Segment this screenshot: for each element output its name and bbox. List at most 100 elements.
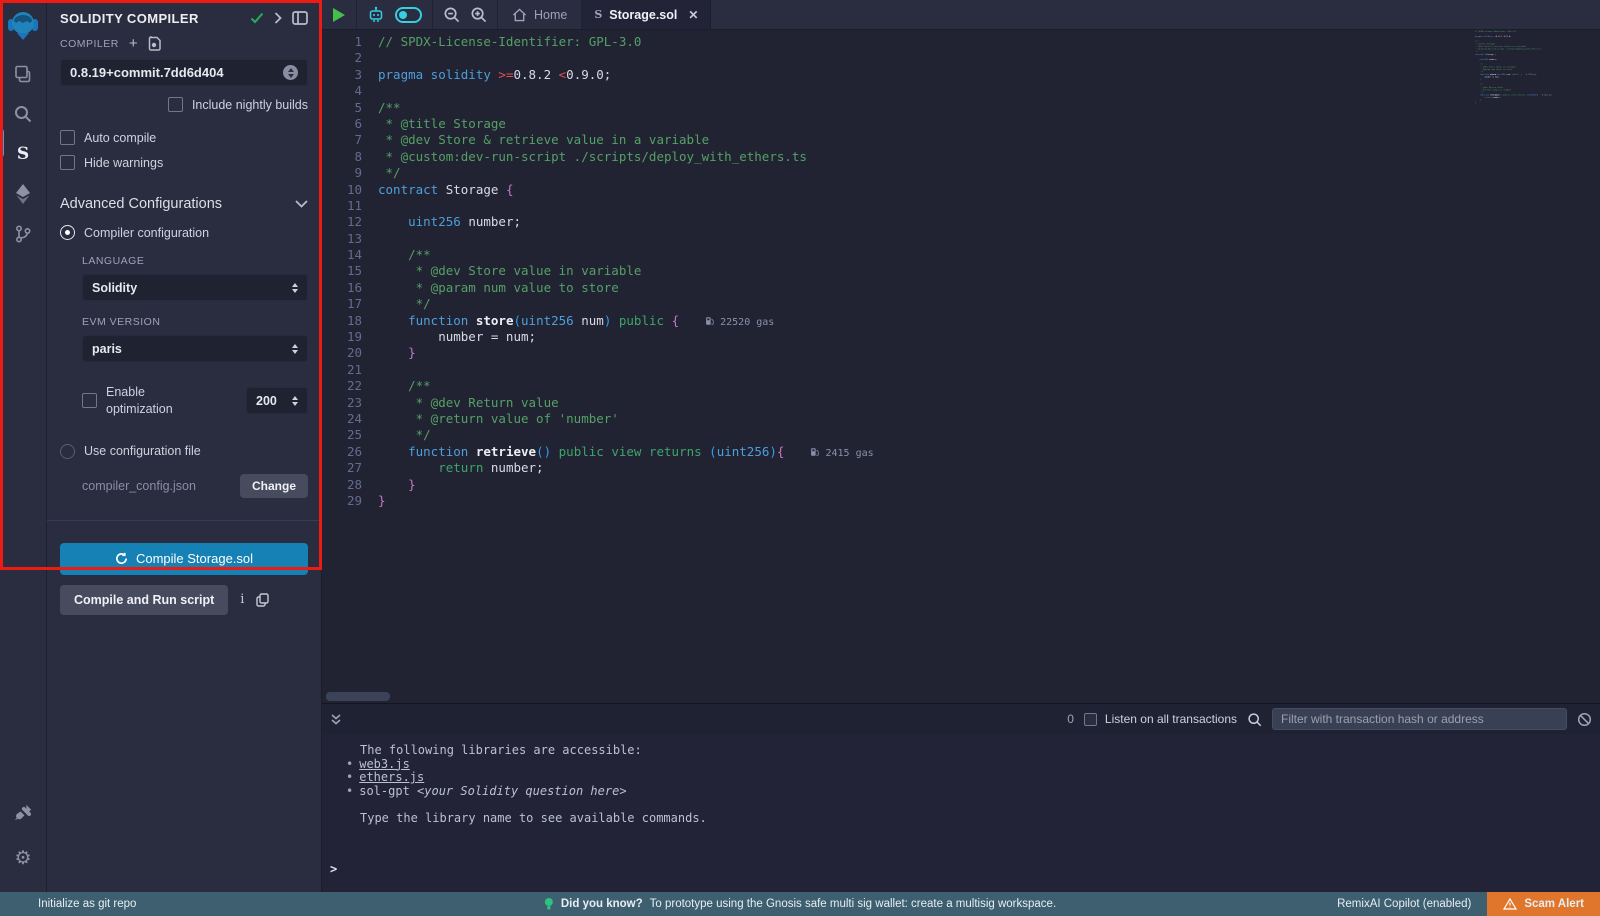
terminal-search-icon[interactable] xyxy=(1247,712,1262,727)
evm-version-select[interactable]: paris xyxy=(82,335,308,362)
code-line: 2 xyxy=(332,50,1600,66)
ai-copilot-robot-icon[interactable] xyxy=(367,6,385,24)
compile-and-run-button[interactable]: Compile and Run script xyxy=(60,585,228,615)
refresh-icon xyxy=(115,552,128,565)
code-line: 29} xyxy=(332,493,1600,509)
code-line: 24 * @return value of 'number' xyxy=(332,411,1600,427)
tab-storage-sol[interactable]: S Storage.sol ✕ xyxy=(582,0,711,29)
deploy-run-icon[interactable] xyxy=(0,174,47,214)
code-line: 8 * @custom:dev-run-script ./scripts/dep… xyxy=(332,149,1600,165)
auto-compile-label: Auto compile xyxy=(84,131,156,145)
copy-icon[interactable] xyxy=(256,593,269,607)
double-chevron-down-icon[interactable] xyxy=(330,713,342,726)
terminal-body[interactable]: The following libraries are accessible:•… xyxy=(322,734,1600,892)
home-tab-label: Home xyxy=(534,8,567,22)
activity-bar: S xyxy=(0,0,47,892)
run-script-play-icon[interactable] xyxy=(332,7,346,23)
language-select[interactable]: Solidity xyxy=(82,274,308,301)
zoom-out-icon[interactable] xyxy=(443,6,460,23)
workspace: Home S Storage.sol ✕ 1// SPDX-License-Id… xyxy=(322,0,1600,892)
close-tab-icon[interactable]: ✕ xyxy=(688,8,698,22)
listen-all-transactions-row[interactable]: Listen on all transactions xyxy=(1084,712,1237,726)
enable-optimization-checkbox[interactable] xyxy=(82,393,97,408)
status-bar: Initialize as git repo Did you know? To … xyxy=(0,892,1600,916)
terminal-line: •ethers.js xyxy=(330,771,1592,785)
zoom-in-icon[interactable] xyxy=(470,6,487,23)
panel-header: SOLIDITY COMPILER xyxy=(60,0,308,28)
code-line: 25 */ xyxy=(332,427,1600,443)
select-arrows-icon xyxy=(292,283,298,293)
hide-warnings-checkbox-row[interactable]: Hide warnings xyxy=(60,155,308,170)
file-explorer-icon[interactable] xyxy=(0,54,47,94)
copilot-toggle[interactable] xyxy=(395,7,422,23)
code-line: 18 function store(uint256 num) public { … xyxy=(332,313,1600,329)
config-file-name: compiler_config.json xyxy=(82,479,240,493)
code-line: 4 xyxy=(332,83,1600,99)
plugin-manager-icon[interactable] xyxy=(0,792,47,832)
terminal-output: The following libraries are accessible:•… xyxy=(330,744,1592,826)
compiler-version-select[interactable]: 0.8.19+commit.7dd6d404 xyxy=(60,59,308,86)
advanced-configurations-toggle[interactable]: Advanced Configurations xyxy=(60,196,308,212)
search-icon[interactable] xyxy=(0,94,47,134)
compiler-version-value: 0.8.19+commit.7dd6d404 xyxy=(70,65,283,80)
did-you-know-tip: Did you know? To prototype using the Gno… xyxy=(544,897,1056,911)
panel-title: SOLIDITY COMPILER xyxy=(60,11,240,26)
info-icon[interactable]: i xyxy=(240,592,244,607)
compiler-configuration-radio-row[interactable]: Compiler configuration xyxy=(60,225,308,240)
use-configuration-file-radio[interactable] xyxy=(60,444,75,459)
compiler-configuration-radio[interactable] xyxy=(60,225,75,240)
transaction-filter-input[interactable] xyxy=(1272,708,1567,730)
solidity-file-icon: S xyxy=(594,8,602,21)
advanced-configurations-title: Advanced Configurations xyxy=(60,196,295,212)
auto-compile-checkbox[interactable] xyxy=(60,130,75,145)
editor-hscrollbar[interactable] xyxy=(326,692,390,701)
compiler-configuration-label: Compiler configuration xyxy=(84,226,209,240)
git-icon[interactable] xyxy=(0,214,47,254)
include-nightly-checkbox[interactable] xyxy=(168,97,183,112)
copilot-status[interactable]: RemixAI Copilot (enabled) xyxy=(1337,898,1471,910)
code-line: 3pragma solidity >=0.8.2 <0.9.0; xyxy=(332,67,1600,83)
tab-home[interactable]: Home xyxy=(498,0,582,29)
copilot-group xyxy=(357,0,433,29)
optimization-runs-input[interactable]: 200 xyxy=(246,387,308,414)
clear-console-icon[interactable] xyxy=(1577,712,1592,727)
remix-logo[interactable] xyxy=(0,6,47,46)
scam-alert-button[interactable]: Scam Alert xyxy=(1487,892,1600,916)
tip-text: To prototype using the Gnosis safe multi… xyxy=(650,898,1057,910)
optimization-runs-value: 200 xyxy=(256,394,277,408)
terminal-prompt[interactable]: > xyxy=(330,862,337,876)
code-line: 20 } xyxy=(332,345,1600,361)
settings-gear-icon[interactable]: ⚙ xyxy=(0,838,47,878)
run-group xyxy=(322,0,357,29)
terminal-link[interactable]: ethers.js xyxy=(359,770,424,784)
hide-warnings-label: Hide warnings xyxy=(84,156,163,170)
add-compiler-icon[interactable]: + xyxy=(129,36,138,51)
code-line: 16 * @param num value to store xyxy=(332,280,1600,296)
code-line: 19 number = num; xyxy=(332,329,1600,345)
hide-warnings-checkbox[interactable] xyxy=(60,155,75,170)
editor-minimap[interactable]: // SPDX-License-Identifier: GPL-3.0pragm… xyxy=(1475,30,1567,140)
import-compiler-icon[interactable] xyxy=(148,36,162,51)
main-row: S xyxy=(0,0,1600,892)
solidity-compiler-icon[interactable]: S xyxy=(0,134,47,174)
stepper-arrows-icon[interactable] xyxy=(292,396,298,406)
use-configuration-file-radio-row[interactable]: Use configuration file xyxy=(60,444,308,459)
terminal-link[interactable]: web3.js xyxy=(359,757,410,771)
code-editor[interactable]: 1// SPDX-License-Identifier: GPL-3.023pr… xyxy=(322,30,1600,703)
terminal-line: •web3.js xyxy=(330,758,1592,772)
init-git-repo-button[interactable]: Initialize as git repo xyxy=(38,898,136,910)
code-line: 1// SPDX-License-Identifier: GPL-3.0 xyxy=(332,34,1600,50)
compile-button[interactable]: Compile Storage.sol xyxy=(60,543,308,575)
gas-estimate: 22520 gas xyxy=(1522,74,1537,76)
code-line: 15 * @dev Store value in variable xyxy=(332,263,1600,279)
terminal-line: Type the library name to see available c… xyxy=(330,812,1592,826)
enable-optimization-label: Enable optimization xyxy=(106,384,212,418)
listen-all-transactions-checkbox[interactable] xyxy=(1084,713,1097,726)
chevron-right-icon[interactable] xyxy=(274,12,282,24)
enable-optimization-checkbox-row[interactable]: Enable optimization xyxy=(82,384,212,418)
include-nightly-checkbox-row[interactable]: Include nightly builds xyxy=(60,97,308,112)
auto-compile-checkbox-row[interactable]: Auto compile xyxy=(60,130,308,145)
split-view-icon[interactable] xyxy=(292,11,308,25)
gas-estimate: 2415 gas xyxy=(1538,94,1552,96)
change-config-button[interactable]: Change xyxy=(240,474,308,498)
